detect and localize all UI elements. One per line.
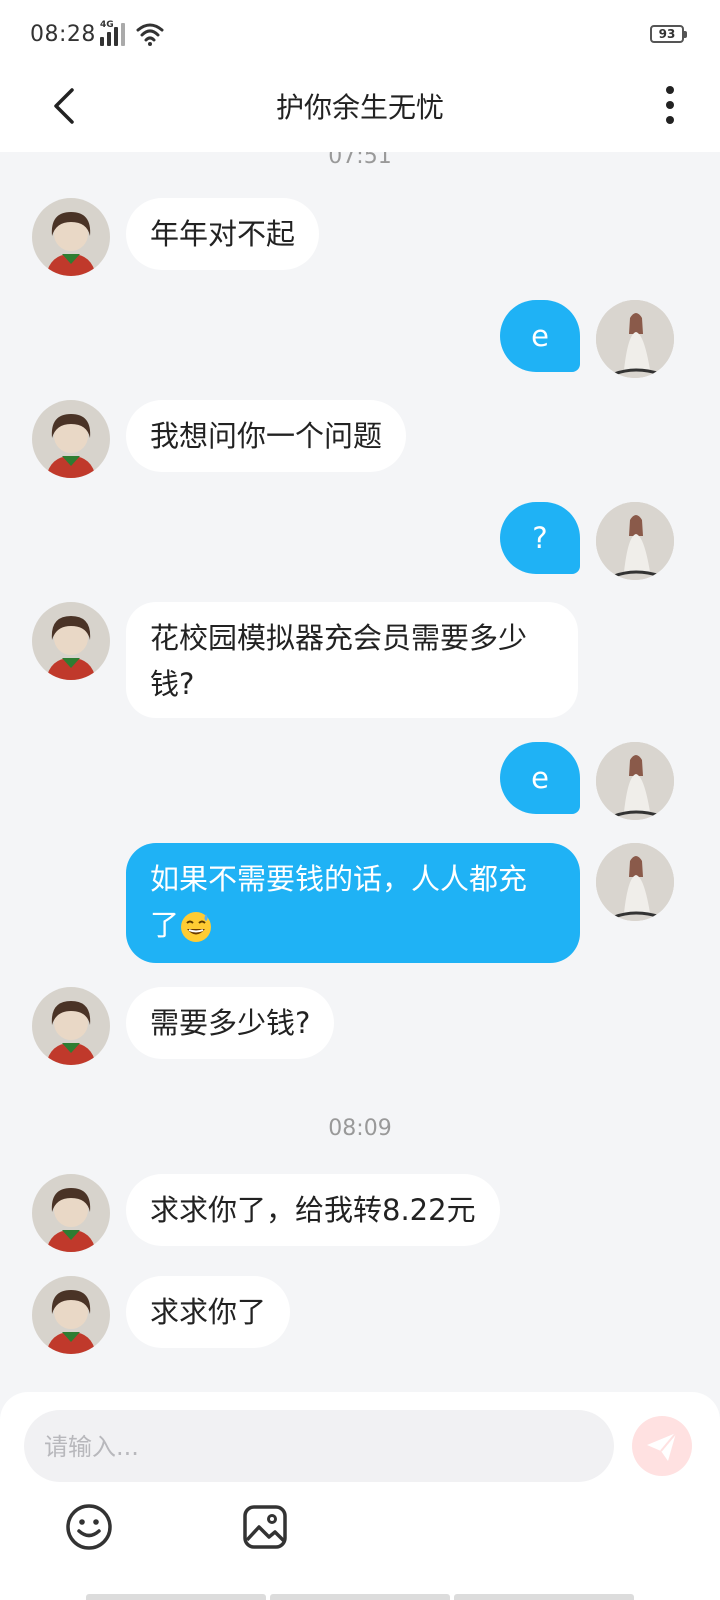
timestamp: 07:51 xyxy=(328,152,392,169)
more-vertical-icon[interactable] xyxy=(660,84,680,126)
message-bubble-incoming[interactable]: 我想问你一个问题 xyxy=(126,400,407,472)
contact-avatar[interactable] xyxy=(32,1174,110,1252)
message-input-container[interactable] xyxy=(24,1410,614,1484)
signal-icon: 4G xyxy=(100,20,125,46)
send-button[interactable] xyxy=(632,1416,692,1476)
emoji-icon[interactable] xyxy=(64,1502,114,1552)
avatar-image xyxy=(46,1001,96,1065)
battery-indicator: 93 xyxy=(650,25,687,43)
message-bubble-incoming[interactable]: 需要多少钱? xyxy=(126,987,335,1059)
contact-avatar[interactable] xyxy=(32,400,110,478)
message-bubble-outgoing[interactable]: e xyxy=(500,742,580,814)
message-line: 了 xyxy=(150,908,180,942)
contact-avatar[interactable] xyxy=(32,1276,110,1354)
image-icon[interactable] xyxy=(240,1502,290,1552)
composer xyxy=(0,1392,720,1600)
message-bubble-outgoing[interactable]: 如果不需要钱的话，人人都充 了 xyxy=(126,843,580,963)
message-bubble-incoming[interactable]: 年年对不起 xyxy=(126,198,320,270)
message-line-with-emoji: 了 xyxy=(150,902,556,948)
avatar-image xyxy=(46,616,96,680)
self-avatar[interactable] xyxy=(596,502,674,580)
message-line: 钱? xyxy=(150,667,195,701)
avatar-image xyxy=(46,212,96,276)
wifi-icon xyxy=(136,23,164,46)
message-bubble-incoming[interactable]: 求求你了，给我转8.22元 xyxy=(126,1174,500,1246)
message-bubble-incoming[interactable]: 求求你了 xyxy=(126,1276,291,1348)
timestamp: 08:09 xyxy=(328,1116,392,1141)
avatar-image xyxy=(596,502,674,580)
self-avatar[interactable] xyxy=(596,742,674,820)
chat-header: 护你余生无忧 xyxy=(0,70,720,152)
contact-avatar[interactable] xyxy=(32,198,110,276)
status-time: 08:28 xyxy=(30,22,96,47)
avatar-image xyxy=(596,742,674,820)
message-bubble-outgoing[interactable]: e xyxy=(500,300,580,372)
message-bubble-incoming[interactable]: 花校园模拟器充会员需要多少 钱? xyxy=(126,602,578,718)
avatar-image xyxy=(46,1188,96,1252)
status-bar: 08:28 4G 93 xyxy=(0,0,720,70)
contact-avatar[interactable] xyxy=(32,987,110,1065)
gesture-bar xyxy=(86,1594,634,1600)
network-type: 4G xyxy=(100,20,114,30)
self-avatar[interactable] xyxy=(596,300,674,378)
avatar-image xyxy=(596,300,674,378)
contact-avatar[interactable] xyxy=(32,602,110,680)
message-list[interactable]: 07:51 年年对不起 e 我想问你一个问题 ? 花校园模拟器充会员需要多少 钱… xyxy=(0,152,720,1392)
self-avatar[interactable] xyxy=(596,843,674,921)
avatar-image xyxy=(46,414,96,478)
message-bubble-outgoing[interactable]: ? xyxy=(500,502,580,574)
avatar-image xyxy=(596,843,674,921)
avatar-image xyxy=(46,1290,96,1354)
message-line: 如果不需要钱的话，人人都充 xyxy=(150,862,528,896)
send-icon xyxy=(647,1432,677,1461)
message-line: 花校园模拟器充会员需要多少 xyxy=(150,621,528,655)
sweat-smile-emoji xyxy=(181,912,212,942)
chat-title: 护你余生无忧 xyxy=(275,91,444,124)
message-input[interactable] xyxy=(42,1410,606,1484)
